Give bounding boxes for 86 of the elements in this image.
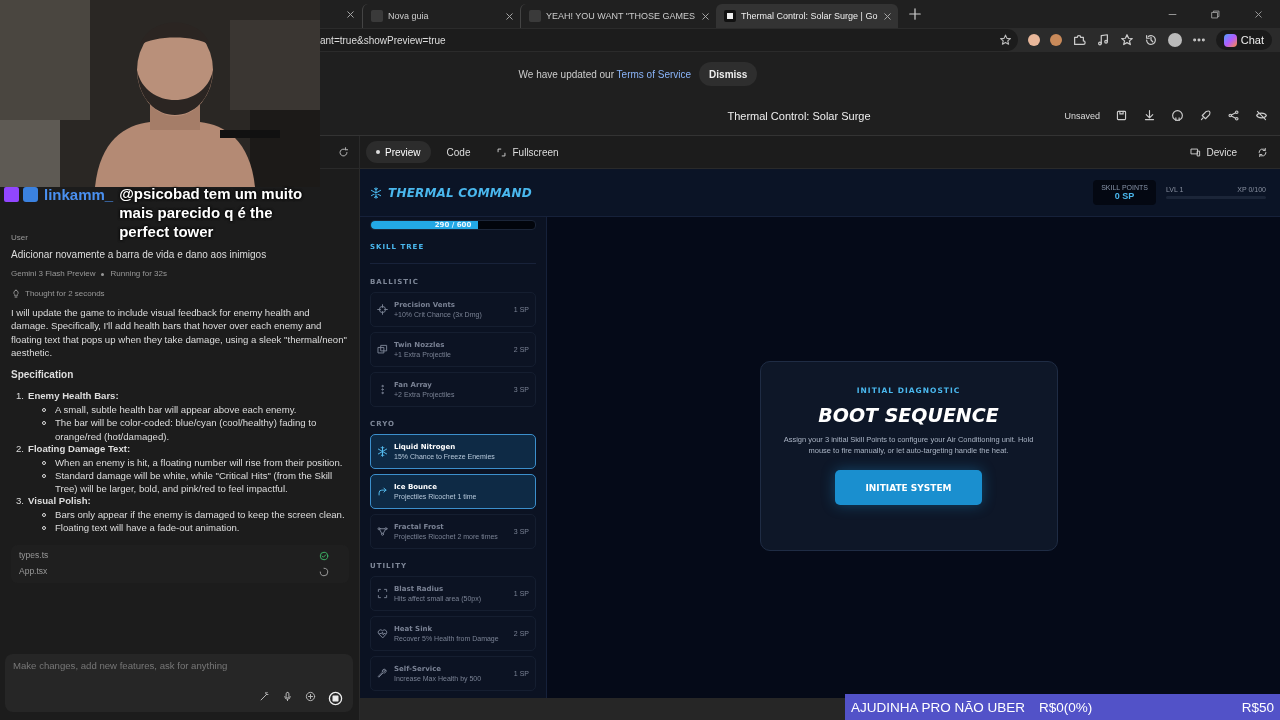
- subscriber-badge-icon: [23, 187, 38, 202]
- download-icon[interactable]: [1143, 109, 1156, 122]
- chat-message: @psicobad tem um muito mais parecido q é the perfect tower: [119, 184, 304, 241]
- dismiss-button[interactable]: Dismiss: [699, 62, 758, 86]
- crosshair-icon: [377, 304, 388, 315]
- tab-favicon-icon: [529, 10, 541, 22]
- tab-favicon-icon: [724, 10, 737, 22]
- fullscreen-button[interactable]: Fullscreen: [486, 141, 569, 163]
- stop-icon[interactable]: [328, 691, 343, 706]
- microphone-icon[interactable]: [282, 691, 293, 702]
- user-message: Adicionar novamente a barra de vida e dano aos inimigos: [11, 247, 268, 261]
- browser-tab[interactable]: Thermal Control: Solar Surge | Go: [716, 4, 899, 28]
- separator-dot-icon: [101, 272, 105, 276]
- chat-logo-icon: [1223, 33, 1237, 47]
- curved-arrow-icon: [377, 486, 388, 497]
- list-item-title: Floating Damage Text:: [28, 442, 131, 456]
- close-tab-icon[interactable]: [345, 8, 356, 20]
- goal-title: AJUDINHA PRO NÃO UBER: [851, 699, 1026, 715]
- list-item: A small, subtle health bar will appear above each enemy.: [55, 403, 297, 417]
- list-number: 2.: [16, 442, 24, 456]
- run-status: Running for 32s: [110, 268, 167, 280]
- expand-icon: [496, 146, 508, 158]
- hide-icon[interactable]: [1255, 109, 1268, 122]
- list-item-title: Enemy Health Bars:: [28, 390, 119, 404]
- response-paragraph: I will update the game to include visual feedback for enemy health and damage. Specifically, I'll add health bars that hover over each enemy and floating text that pops up when they take damage, using a sleek "thermal/neon" aesthetic.: [11, 306, 348, 360]
- initiate-button[interactable]: INITIATE SYSTEM: [835, 470, 982, 505]
- twitch-logo-icon: [4, 187, 19, 202]
- snowflake-icon: [377, 446, 388, 457]
- list-item: The bar will be color-coded: blue/cyan (cool/healthy) fading to orange/red (hot/damaged).: [55, 416, 318, 443]
- history-icon[interactable]: [1143, 33, 1158, 47]
- preview-tab[interactable]: Code: [436, 141, 481, 163]
- game-title: THERMAL COMMAND: [388, 185, 532, 200]
- chat-username: linkamm_: [44, 186, 114, 203]
- favorites-icon[interactable]: [1119, 33, 1134, 47]
- close-window-icon[interactable]: [1253, 8, 1264, 20]
- notice-text: We have updated our Terms of Service: [518, 68, 692, 80]
- list-item-title: Visual Polish:: [28, 495, 91, 509]
- list-item: Standard damage will be white, while "Critical Hits" (from the Skill Tree) will be larger, bold, and pink/red to feel impactful.: [55, 468, 334, 496]
- list-number: 1.: [16, 390, 24, 404]
- chat-button[interactable]: Chat: [1215, 30, 1272, 50]
- project-title: Thermal Control: Solar Surge: [727, 109, 871, 122]
- skill-points-value: 0 SP: [1114, 191, 1135, 201]
- favorite-icon[interactable]: [998, 33, 1012, 47]
- list-item: Bars only appear if the enemy is damaged to keep the screen clean.: [55, 508, 345, 522]
- thought-time: Thought for 2 seconds: [25, 288, 105, 300]
- lightbulb-icon: [11, 288, 21, 299]
- heart-pulse-icon: [377, 628, 388, 639]
- nodes-icon: [377, 526, 388, 537]
- wrench-icon: [377, 668, 388, 679]
- goal-target: R$50: [1241, 699, 1274, 715]
- close-tab-icon[interactable]: [504, 10, 515, 22]
- rocket-icon[interactable]: [1199, 109, 1212, 122]
- new-tab-icon[interactable]: [908, 7, 923, 21]
- list-number: 3.: [16, 495, 24, 509]
- device-icon: [1190, 146, 1202, 158]
- save-status: Unsaved: [1064, 110, 1100, 121]
- snowflake-icon: [370, 186, 382, 199]
- media-icon[interactable]: [1095, 33, 1110, 47]
- prompt-field[interactable]: Make changes, add new features, ask for anything: [13, 660, 345, 671]
- refresh-icon[interactable]: [338, 146, 349, 158]
- save-icon[interactable]: [1115, 109, 1128, 122]
- magic-wand-icon[interactable]: [259, 691, 270, 702]
- address-field[interactable]: ant=true&showPreview=true: [320, 29, 1018, 51]
- terms-link[interactable]: Terms of Service: [616, 68, 692, 80]
- extension-icon[interactable]: [1027, 34, 1040, 46]
- copy-icon: [377, 344, 388, 355]
- rotate-icon[interactable]: [1257, 146, 1268, 158]
- section-heading: Specification: [11, 368, 75, 382]
- device-button[interactable]: Device: [1180, 141, 1247, 163]
- share-icon[interactable]: [1227, 109, 1240, 122]
- tab-favicon-icon: [371, 10, 383, 22]
- extension-icon[interactable]: [1049, 34, 1062, 46]
- model-name: Gemini 3 Flash Preview: [11, 268, 96, 280]
- frame-icon: [377, 588, 388, 599]
- profile-avatar-icon[interactable]: [1167, 33, 1182, 47]
- file-name: App.tsx: [19, 565, 48, 578]
- add-icon[interactable]: [305, 691, 316, 702]
- file-name: types.ts: [19, 549, 49, 562]
- close-tab-icon[interactable]: [882, 10, 894, 22]
- extensions-icon[interactable]: [1071, 33, 1086, 47]
- list-item: When an enemy is hit, a floating number will rise from their position.: [55, 455, 343, 469]
- dialog-title: BOOT SEQUENCE: [818, 403, 999, 426]
- close-tab-icon[interactable]: [700, 10, 712, 22]
- list-item: Floating text will have a fade-out animation.: [55, 521, 240, 535]
- preview-tab[interactable]: Preview: [366, 141, 431, 163]
- restore-icon[interactable]: [1210, 8, 1221, 20]
